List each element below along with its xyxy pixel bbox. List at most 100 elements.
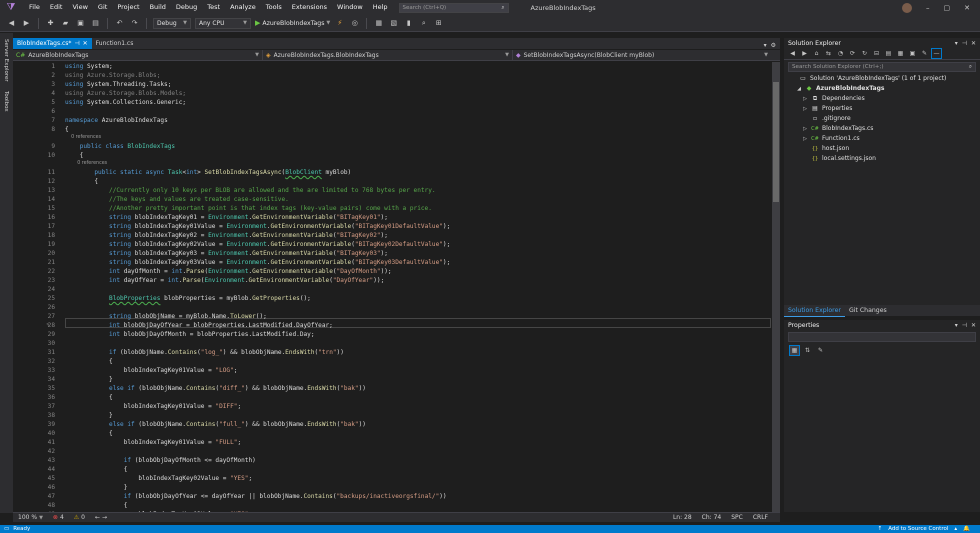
tree-item[interactable]: ▷ ▤ Properties [784,104,980,114]
menu-item-project[interactable]: Project [112,0,144,15]
editor-scrollbar[interactable] [772,62,780,512]
error-count[interactable]: ⊗ 4 [48,514,69,521]
tree-item[interactable]: ▭ Solution 'AzureBlobIndexTags' (1 of 1 p… [784,74,980,84]
expand-chevron-icon[interactable]: ▷ [802,94,808,104]
settings-gear-icon[interactable]: ⚙ [771,42,776,49]
expand-chevron-icon[interactable]: ▷ [802,104,808,114]
tab-function1[interactable]: Function1.cs [92,38,138,49]
maximize-icon[interactable]: ▢ [944,4,951,12]
pin-icon[interactable]: ⊣ [962,40,967,47]
search-input[interactable]: Search (Ctrl+Q) ⌕ [398,2,509,13]
edit-pencil-icon[interactable]: ✎ [45,321,51,330]
menu-item-build[interactable]: Build [145,0,171,15]
code-editor[interactable]: 1 using System; 2 using Azure.Storage.Blobs… [13,62,780,512]
nav-arrows[interactable]: ← → [90,514,112,521]
back-icon[interactable]: ◀ [6,18,17,29]
hot-reload-icon[interactable]: ⚡ [334,18,345,29]
pending-changes-icon[interactable]: ◔ [836,49,845,58]
collapse-all-icon[interactable]: ⊟ [872,49,881,58]
menu-item-analyze[interactable]: Analyze [225,0,261,15]
references-label[interactable]: 0 references [65,160,107,167]
minus-icon[interactable]: — [931,48,942,59]
redo-icon[interactable]: ↷ [129,18,140,29]
run-button[interactable]: ▶ AzureBlobIndexTags ▼ [255,19,330,27]
tree-item[interactable]: ▷ C# BlobIndexTags.cs [784,124,980,134]
refresh-icon[interactable]: ↻ [860,49,869,58]
forward-icon[interactable]: ▶ [21,18,32,29]
tree-item[interactable]: {} local.settings.json [784,154,980,164]
forward-icon[interactable]: ▶ [800,49,809,58]
solution-search-input[interactable]: Search Solution Explorer (Ctrl+;) ⌕ [788,62,976,72]
zoom-level[interactable]: 100 % ▼ [13,514,48,521]
bookmark-icon[interactable]: ▮ [403,18,414,29]
close-icon[interactable]: ✕ [971,40,976,47]
toolbox-tab[interactable]: Toolbox [3,91,9,112]
expand-chevron-icon[interactable]: ▷ [802,134,808,144]
expand-chevron-icon[interactable]: ◢ [796,84,802,94]
pin-icon[interactable]: ⊣ [74,38,79,49]
new-item-icon[interactable]: ✚ [45,18,56,29]
line-ending-indicator[interactable]: CRLF [753,514,768,521]
switch-views-icon[interactable]: ⇆ [824,49,833,58]
uncomment-icon[interactable]: ▧ [388,18,399,29]
minimize-icon[interactable]: – [926,4,930,12]
configuration-select[interactable]: Debug ▼ [153,17,191,29]
menu-item-tools[interactable]: Tools [261,0,287,15]
code-lens-references[interactable]: 0 references [13,160,773,167]
pin-icon[interactable]: ⊣ [962,322,967,329]
expand-chevron-icon[interactable]: ▷ [802,124,808,134]
platform-select[interactable]: Any CPU ▼ [195,17,251,29]
tree-item[interactable]: ▷ C# Function1.cs [784,134,980,144]
whitespace-indicator[interactable]: SPC [731,514,743,521]
save-icon[interactable]: ▣ [75,18,86,29]
property-pages-icon[interactable]: ✎ [816,346,825,355]
code-lens-references[interactable]: 0 references [13,134,773,141]
properties-icon[interactable]: ▦ [896,49,905,58]
tree-item[interactable]: ▷ ⧉ Dependencies [784,94,980,104]
toggle-icon[interactable]: ⊞ [433,18,444,29]
tree-item[interactable]: ◢ ◆ AzureBlobIndexTags [784,84,980,94]
dropdown-icon[interactable]: ▾ [955,322,958,329]
project-dropdown[interactable]: C# AzureBlobIndexTags ▼ [13,50,263,60]
comment-icon[interactable]: ▦ [373,18,384,29]
save-all-icon[interactable]: ▤ [90,18,101,29]
add-to-source-control[interactable]: Add to Source Control [888,526,948,532]
menu-item-file[interactable]: File [24,0,45,15]
show-all-files-icon[interactable]: ▤ [884,49,893,58]
menu-item-view[interactable]: View [67,0,92,15]
close-icon[interactable]: ✕ [964,4,970,12]
server-explorer-tab[interactable]: Server Explorer [3,39,9,82]
menu-item-extensions[interactable]: Extensions [287,0,332,15]
close-icon[interactable]: ✕ [971,322,976,329]
home-icon[interactable]: ⌂ [812,49,821,58]
references-label[interactable]: 0 references [65,134,101,141]
menu-item-window[interactable]: Window [332,0,368,15]
tab-list-icon[interactable]: ▾ [764,42,767,49]
arrow-left-icon[interactable]: ← [95,514,100,521]
object-selector[interactable] [788,332,976,342]
find-icon[interactable]: ⌕ [418,18,429,29]
tree-item[interactable]: ▫ .gitignore [784,114,980,124]
avatar[interactable] [902,2,912,13]
categorized-icon[interactable]: ▦ [789,344,800,356]
notifications-icon[interactable]: 🔔 [963,526,970,532]
scrollbar-thumb[interactable] [773,82,779,202]
sync-icon[interactable]: ⟳ [848,49,857,58]
menu-item-help[interactable]: Help [368,0,393,15]
menu-item-edit[interactable]: Edit [45,0,68,15]
preview-icon[interactable]: ▣ [908,49,917,58]
browser-icon[interactable]: ◎ [349,18,360,29]
menu-item-debug[interactable]: Debug [171,0,202,15]
settings-wrench-icon[interactable]: ✎ [920,49,929,58]
tab-blobindextags[interactable]: BlobIndexTags.cs* ⊣ ✕ [13,38,92,49]
tab-git-changes[interactable]: Git Changes [845,305,891,316]
menu-item-test[interactable]: Test [202,0,225,15]
close-icon[interactable]: ✕ [83,38,88,49]
arrow-right-icon[interactable]: → [102,514,107,521]
dropdown-icon[interactable]: ▾ [955,40,958,47]
alphabetical-icon[interactable]: ⇅ [803,346,812,355]
undo-icon[interactable]: ↶ [114,18,125,29]
tab-solution-explorer[interactable]: Solution Explorer [784,305,845,317]
open-folder-icon[interactable]: ▰ [60,18,71,29]
warning-count[interactable]: ⚠ 0 [69,514,90,521]
